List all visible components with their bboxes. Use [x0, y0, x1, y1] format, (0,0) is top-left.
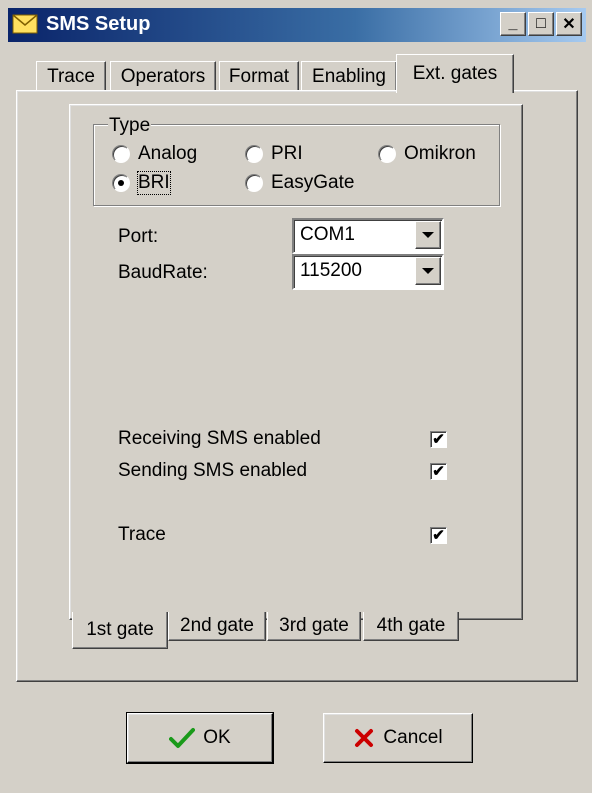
- gate-tab-3rd[interactable]: 3rd gate: [267, 612, 361, 641]
- maximize-button[interactable]: □: [528, 12, 554, 36]
- radio-bri[interactable]: BRI: [112, 171, 171, 195]
- tab-label: Trace: [47, 66, 95, 87]
- radio-omikron[interactable]: Omikron: [378, 143, 476, 165]
- port-value: COM1: [300, 224, 355, 245]
- maximize-icon: □: [536, 15, 546, 32]
- sending-sms-checkbox[interactable]: ✔: [430, 463, 447, 480]
- gate-tab-2nd[interactable]: 2nd gate: [168, 612, 266, 641]
- gate-tab-1st[interactable]: 1st gate: [72, 612, 168, 649]
- radio-label: BRI: [137, 171, 171, 195]
- tab-format[interactable]: Format: [219, 61, 299, 92]
- radio-button[interactable]: [112, 174, 130, 192]
- radio-button[interactable]: [378, 145, 396, 163]
- sending-sms-label: Sending SMS enabled: [118, 460, 308, 481]
- baudrate-label: BaudRate:: [118, 262, 208, 283]
- checkmark-icon: [169, 728, 196, 748]
- baudrate-combobox[interactable]: 115200: [292, 254, 444, 290]
- type-group-legend: Type: [108, 115, 152, 137]
- radio-label: Analog: [138, 143, 198, 164]
- title-bar[interactable]: SMS Setup _ □ ✕: [8, 8, 586, 42]
- radio-button[interactable]: [245, 145, 263, 163]
- gate-tab-label: 1st gate: [86, 619, 154, 640]
- tab-label: Operators: [120, 66, 206, 87]
- envelope-icon: [12, 14, 38, 34]
- cancel-x-icon: [355, 729, 374, 747]
- radio-analog[interactable]: Analog: [112, 143, 197, 165]
- receiving-sms-checkbox[interactable]: ✔: [430, 431, 447, 448]
- minimize-icon: _: [508, 15, 518, 32]
- ok-label: OK: [203, 727, 231, 748]
- tab-ext-gates[interactable]: Ext. gates: [396, 54, 514, 93]
- tab-label: Enabling: [312, 66, 386, 87]
- gate-tab-label: 4th gate: [376, 615, 446, 636]
- radio-easygate[interactable]: EasyGate: [245, 172, 354, 194]
- tab-enabling[interactable]: Enabling: [301, 61, 397, 92]
- ok-button[interactable]: OK: [126, 712, 274, 764]
- radio-label: Omikron: [404, 143, 476, 164]
- radio-button[interactable]: [245, 174, 263, 192]
- tab-label: Format: [228, 66, 290, 87]
- cancel-button[interactable]: Cancel: [323, 713, 473, 763]
- port-combobox[interactable]: COM1: [292, 218, 444, 254]
- gate-tab-4th[interactable]: 4th gate: [363, 612, 459, 641]
- baudrate-value: 115200: [300, 260, 362, 281]
- port-label: Port:: [118, 226, 159, 247]
- sms-setup-window: SMS Setup _ □ ✕ Trace Operators Format E…: [0, 0, 592, 793]
- chevron-down-icon[interactable]: [415, 221, 441, 249]
- receiving-sms-label: Receiving SMS enabled: [118, 428, 321, 449]
- chevron-down-icon[interactable]: [415, 257, 441, 285]
- radio-button[interactable]: [112, 145, 130, 163]
- close-button[interactable]: ✕: [556, 12, 582, 36]
- close-icon: ✕: [562, 16, 576, 33]
- gate-tab-label: 2nd gate: [180, 615, 254, 636]
- tab-label: Ext. gates: [412, 63, 498, 84]
- trace-label: Trace: [118, 524, 166, 545]
- window-title: SMS Setup: [46, 13, 151, 35]
- tab-trace[interactable]: Trace: [36, 61, 106, 92]
- minimize-button[interactable]: _: [500, 12, 526, 36]
- radio-pri[interactable]: PRI: [245, 143, 303, 165]
- trace-checkbox[interactable]: ✔: [430, 527, 447, 544]
- tab-operators[interactable]: Operators: [110, 61, 216, 92]
- cancel-label: Cancel: [383, 727, 443, 748]
- gate-tab-label: 3rd gate: [279, 615, 349, 636]
- radio-label: EasyGate: [271, 172, 355, 193]
- radio-label: PRI: [271, 143, 303, 164]
